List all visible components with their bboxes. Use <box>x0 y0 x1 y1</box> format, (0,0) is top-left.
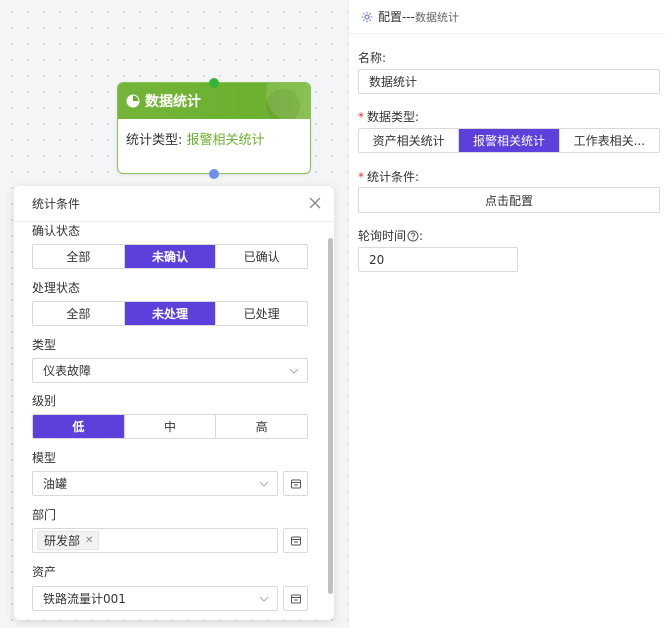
department-tag-label: 研发部 <box>44 534 81 548</box>
data-type-segment: 资产相关统计 报警相关统计 工作表相关... <box>358 128 660 153</box>
list-picker-icon <box>290 594 301 603</box>
config-subtitle: 数据统计 <box>415 10 459 24</box>
poll-interval-input[interactable]: 20 <box>358 247 518 272</box>
gear-icon <box>361 11 373 22</box>
configure-conditions-button[interactable]: 点击配置 <box>358 187 660 213</box>
data-type-option-asset[interactable]: 资产相关统计 <box>359 129 458 152</box>
remove-tag-icon[interactable]: ✕ <box>85 535 93 546</box>
list-picker-icon <box>290 479 301 488</box>
department-tag: 研发部 ✕ <box>37 531 100 550</box>
node-stat-type-label: 统计类型: <box>126 133 183 148</box>
required-mark: * <box>358 170 364 184</box>
panel-scrollbar[interactable] <box>328 238 333 594</box>
model-select[interactable]: 油罐 <box>32 471 278 496</box>
node-header[interactable]: 数据统计 <box>118 83 310 119</box>
config-panel: 配置--- 数据统计 名称: 数据统计 * 数据类型: 资产相关统计 报警相关统计 … <box>348 0 665 628</box>
condition-label-row: * 统计条件: <box>358 168 419 185</box>
process-status-option-all[interactable]: 全部 <box>33 302 124 325</box>
chevron-down-icon <box>289 368 299 374</box>
process-status-segment: 全部 未处理 已处理 <box>32 301 308 326</box>
department-select[interactable]: 研发部 ✕ <box>32 528 278 553</box>
level-option-low[interactable]: 低 <box>33 415 124 438</box>
name-label: 名称: <box>358 51 387 65</box>
close-icon[interactable] <box>308 196 322 210</box>
poll-label: 轮询时间 <box>358 229 407 243</box>
confirm-status-label: 确认状态 <box>32 224 81 238</box>
data-type-label-row: * 数据类型: <box>358 108 419 125</box>
panel-header: 统计条件 <box>14 186 334 222</box>
node-stat-type-value: 报警相关统计 <box>186 133 265 148</box>
data-type-option-worksheet[interactable]: 工作表相关... <box>558 129 659 152</box>
panel-title: 统计条件 <box>32 197 81 211</box>
config-header: 配置--- 数据统计 <box>349 0 665 34</box>
required-mark: * <box>358 110 364 124</box>
pie-chart-icon <box>126 94 140 108</box>
level-label: 级别 <box>32 394 57 408</box>
model-select-value: 油罐 <box>43 477 68 491</box>
help-icon[interactable] <box>407 230 419 242</box>
model-picker-button[interactable] <box>283 471 308 496</box>
process-status-option-unprocessed[interactable]: 未处理 <box>123 302 216 325</box>
confirm-status-segment: 全部 未确认 已确认 <box>32 244 308 269</box>
confirm-status-option-unconfirmed[interactable]: 未确认 <box>123 245 216 268</box>
stat-condition-panel: 统计条件 确认状态 全部 未确认 已确认 处理状态 全部 未处理 已处理 类型 … <box>14 186 334 620</box>
department-picker-button[interactable] <box>283 528 308 553</box>
chevron-down-icon <box>259 481 269 487</box>
data-type-label: 数据类型: <box>367 110 420 124</box>
process-status-option-processed[interactable]: 已处理 <box>215 302 307 325</box>
level-option-medium[interactable]: 中 <box>123 415 216 438</box>
confirm-status-option-all[interactable]: 全部 <box>33 245 124 268</box>
node-body: 统计类型: 报警相关统计 <box>118 119 310 158</box>
asset-select-value: 铁路流量计001 <box>43 592 126 606</box>
condition-label: 统计条件: <box>367 170 420 184</box>
type-select[interactable]: 仪表故障 <box>32 358 308 383</box>
node-input-port[interactable] <box>209 78 219 88</box>
asset-label: 资产 <box>32 565 57 579</box>
asset-select[interactable]: 铁路流量计001 <box>32 586 278 611</box>
process-status-label: 处理状态 <box>32 281 81 295</box>
department-label: 部门 <box>32 508 57 522</box>
level-option-high[interactable]: 高 <box>215 415 307 438</box>
poll-interval-value: 20 <box>369 252 385 267</box>
name-input[interactable]: 数据统计 <box>358 69 660 94</box>
chevron-down-icon <box>259 596 269 602</box>
config-title: 配置--- <box>378 10 415 24</box>
name-input-value: 数据统计 <box>369 75 418 89</box>
list-picker-icon <box>290 536 301 545</box>
level-segment: 低 中 高 <box>32 414 308 439</box>
node-title: 数据统计 <box>145 94 201 110</box>
node-output-port[interactable] <box>209 169 219 179</box>
data-type-option-alarm[interactable]: 报警相关统计 <box>458 129 559 152</box>
type-label: 类型 <box>32 338 57 352</box>
poll-label-row: 轮询时间 : <box>358 227 423 244</box>
data-stat-node[interactable]: 数据统计 统计类型: 报警相关统计 <box>117 82 311 174</box>
model-label: 模型 <box>32 451 57 465</box>
type-select-value: 仪表故障 <box>43 364 92 378</box>
poll-label-colon: : <box>419 228 424 243</box>
confirm-status-option-confirmed[interactable]: 已确认 <box>215 245 307 268</box>
asset-picker-button[interactable] <box>283 586 308 611</box>
